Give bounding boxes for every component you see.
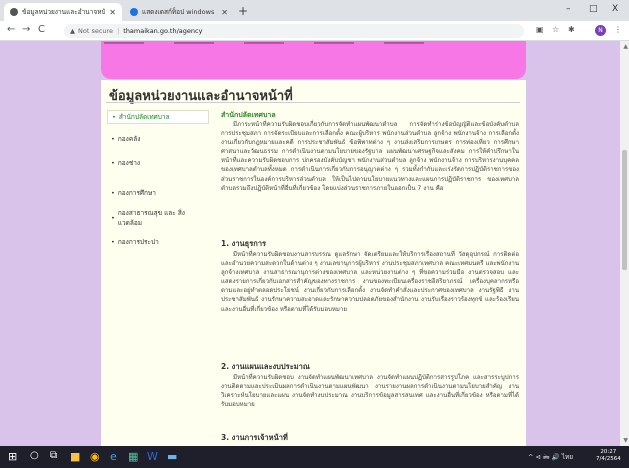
browser-toolbar: ← → C ▲ Not secure | thamaikan.go.th/age…	[0, 21, 629, 41]
menu-strip[interactable]	[244, 42, 284, 44]
section-body: มีหน้าที่ความรับผิดชอบงานสารบรรณ ดูแลรัก…	[221, 251, 519, 313]
site-header-banner	[101, 41, 526, 79]
clock-date: 7/4/2564	[596, 456, 621, 462]
nav-item-label: กองคลัง	[117, 135, 141, 143]
close-tab-icon[interactable]: ✕	[109, 8, 116, 17]
nav-item-education[interactable]: • กองการศึกษา	[107, 186, 209, 200]
reload-icon[interactable]: C	[38, 24, 45, 35]
nav-item-label: กองช่าง	[117, 159, 141, 167]
new-tab-plus-icon[interactable]: +	[238, 4, 248, 18]
bullet-icon: •	[111, 159, 115, 167]
nav-item-label: กองสาธารณสุข และ สิ่งแวดล้อม	[117, 209, 185, 227]
section-heading: 2. งานแผนและงบประมาณ	[221, 362, 310, 371]
bullet-icon: •	[112, 113, 116, 121]
forward-arrow-icon[interactable]: →	[22, 24, 30, 35]
security-label[interactable]: Not secure	[78, 27, 113, 35]
nav-item-public-health[interactable]: • กองสาธารณสุข และ สิ่งแวดล้อม	[107, 209, 209, 227]
browser-tab-strip: ข้อมูลหน่วยงานและอำนาจหน้าที่ ✕ แสดงเดสก…	[0, 0, 629, 21]
tab-bing-search[interactable]: แสดงเดสก์ท็อป windows 10 - ค้นหาด้วย ✕	[124, 3, 234, 21]
bookmark-star-icon[interactable]: ☆	[552, 25, 559, 34]
menu-strip[interactable]	[384, 42, 424, 44]
chrome-icon[interactable]: ◉	[90, 450, 100, 463]
nav-item-finance[interactable]: • กองคลัง	[107, 132, 209, 146]
scroll-up-arrow-icon[interactable]: ▲	[623, 43, 628, 50]
store-icon[interactable]: ▦	[128, 450, 138, 463]
clock-time: 20:27	[600, 449, 617, 455]
minimize-button[interactable]: –	[566, 4, 571, 14]
close-tab-icon[interactable]: ✕	[221, 8, 228, 17]
word-icon[interactable]: W	[147, 450, 158, 463]
tab-agency-info[interactable]: ข้อมูลหน่วยงานและอำนาจหน้าที่ ✕	[4, 3, 122, 21]
file-explorer-icon[interactable]: ■	[70, 450, 80, 463]
address-separator: |	[117, 27, 120, 35]
bullet-icon: •	[111, 238, 115, 246]
site-favicon-icon	[10, 8, 18, 16]
windows-start-icon[interactable]: ⊞	[8, 450, 17, 463]
profile-avatar[interactable]: N	[595, 25, 606, 36]
tab-title: แสดงเดสก์ท็อป windows 10 - ค้นหาด้วย	[142, 8, 217, 16]
maximize-button[interactable]: □	[589, 4, 598, 14]
menu-strip[interactable]	[104, 42, 144, 44]
menu-strip[interactable]	[174, 42, 214, 44]
nav-item-waterworks[interactable]: • กองการประปา	[107, 235, 209, 249]
bullet-icon: •	[111, 189, 115, 197]
system-clock[interactable]: 20:27 7/4/2564	[596, 449, 621, 463]
bullet-icon: •	[111, 214, 115, 222]
nav-item-engineering[interactable]: • กองช่าง	[107, 156, 209, 170]
extensions-puzzle-icon[interactable]: ✱	[568, 25, 575, 34]
tab-title: ข้อมูลหน่วยงานและอำนาจหน้าที่	[22, 8, 106, 16]
app-icon[interactable]: ▬	[167, 450, 177, 463]
edge-icon[interactable]: e	[110, 450, 117, 463]
title-divider	[106, 102, 520, 103]
site-top-menu	[104, 42, 514, 45]
nav-item-label: สำนักปลัดเทศบาล	[118, 113, 170, 121]
address-bar[interactable]: ▲ Not secure | thamaikan.go.th/agency	[64, 24, 524, 38]
scroll-down-arrow-icon[interactable]: ▼	[623, 437, 628, 444]
warning-triangle-icon[interactable]: ▲	[70, 27, 75, 35]
section-heading: 3. งานการเจ้าหน้าที่	[221, 433, 288, 442]
search-icon[interactable]: ○	[30, 450, 39, 461]
task-view-icon[interactable]: ⧉	[50, 450, 57, 461]
bullet-icon: •	[111, 135, 115, 143]
menu-kebab-icon[interactable]: ⋮	[614, 25, 622, 34]
section-heading: 1. งานธุรการ	[221, 239, 267, 248]
bing-favicon-icon	[130, 8, 138, 16]
menu-strip[interactable]	[314, 42, 354, 44]
url-text[interactable]: thamaikan.go.th/agency	[123, 27, 202, 35]
translate-icon[interactable]: ▣	[536, 25, 544, 34]
nav-item-label: กองการประปา	[117, 238, 159, 246]
back-arrow-icon[interactable]: ←	[7, 24, 15, 35]
section-body: มีหน้าที่ความรับผิดชอบ งานจัดทำแผนพัฒนาเ…	[221, 374, 519, 409]
system-tray[interactable]: ^ ⊲ 🖮 🔊 ไทย	[528, 452, 573, 464]
windows-taskbar: ⊞ ○ ⧉ ■ ◉ e ▦ W ▬ ^ ⊲ 🖮 🔊 ไทย 20:27 7/4/…	[0, 446, 629, 468]
close-window-button[interactable]: X	[612, 4, 618, 14]
scrollbar-thumb[interactable]	[622, 150, 627, 270]
nav-item-office-of-clerk[interactable]: • สำนักปลัดเทศบาล	[107, 110, 209, 124]
nav-item-label: กองการศึกษา	[117, 189, 156, 197]
intro-paragraph: มีภาระหน้าที่ความรับผิดชอบเกี่ยวกับการจั…	[221, 121, 519, 192]
